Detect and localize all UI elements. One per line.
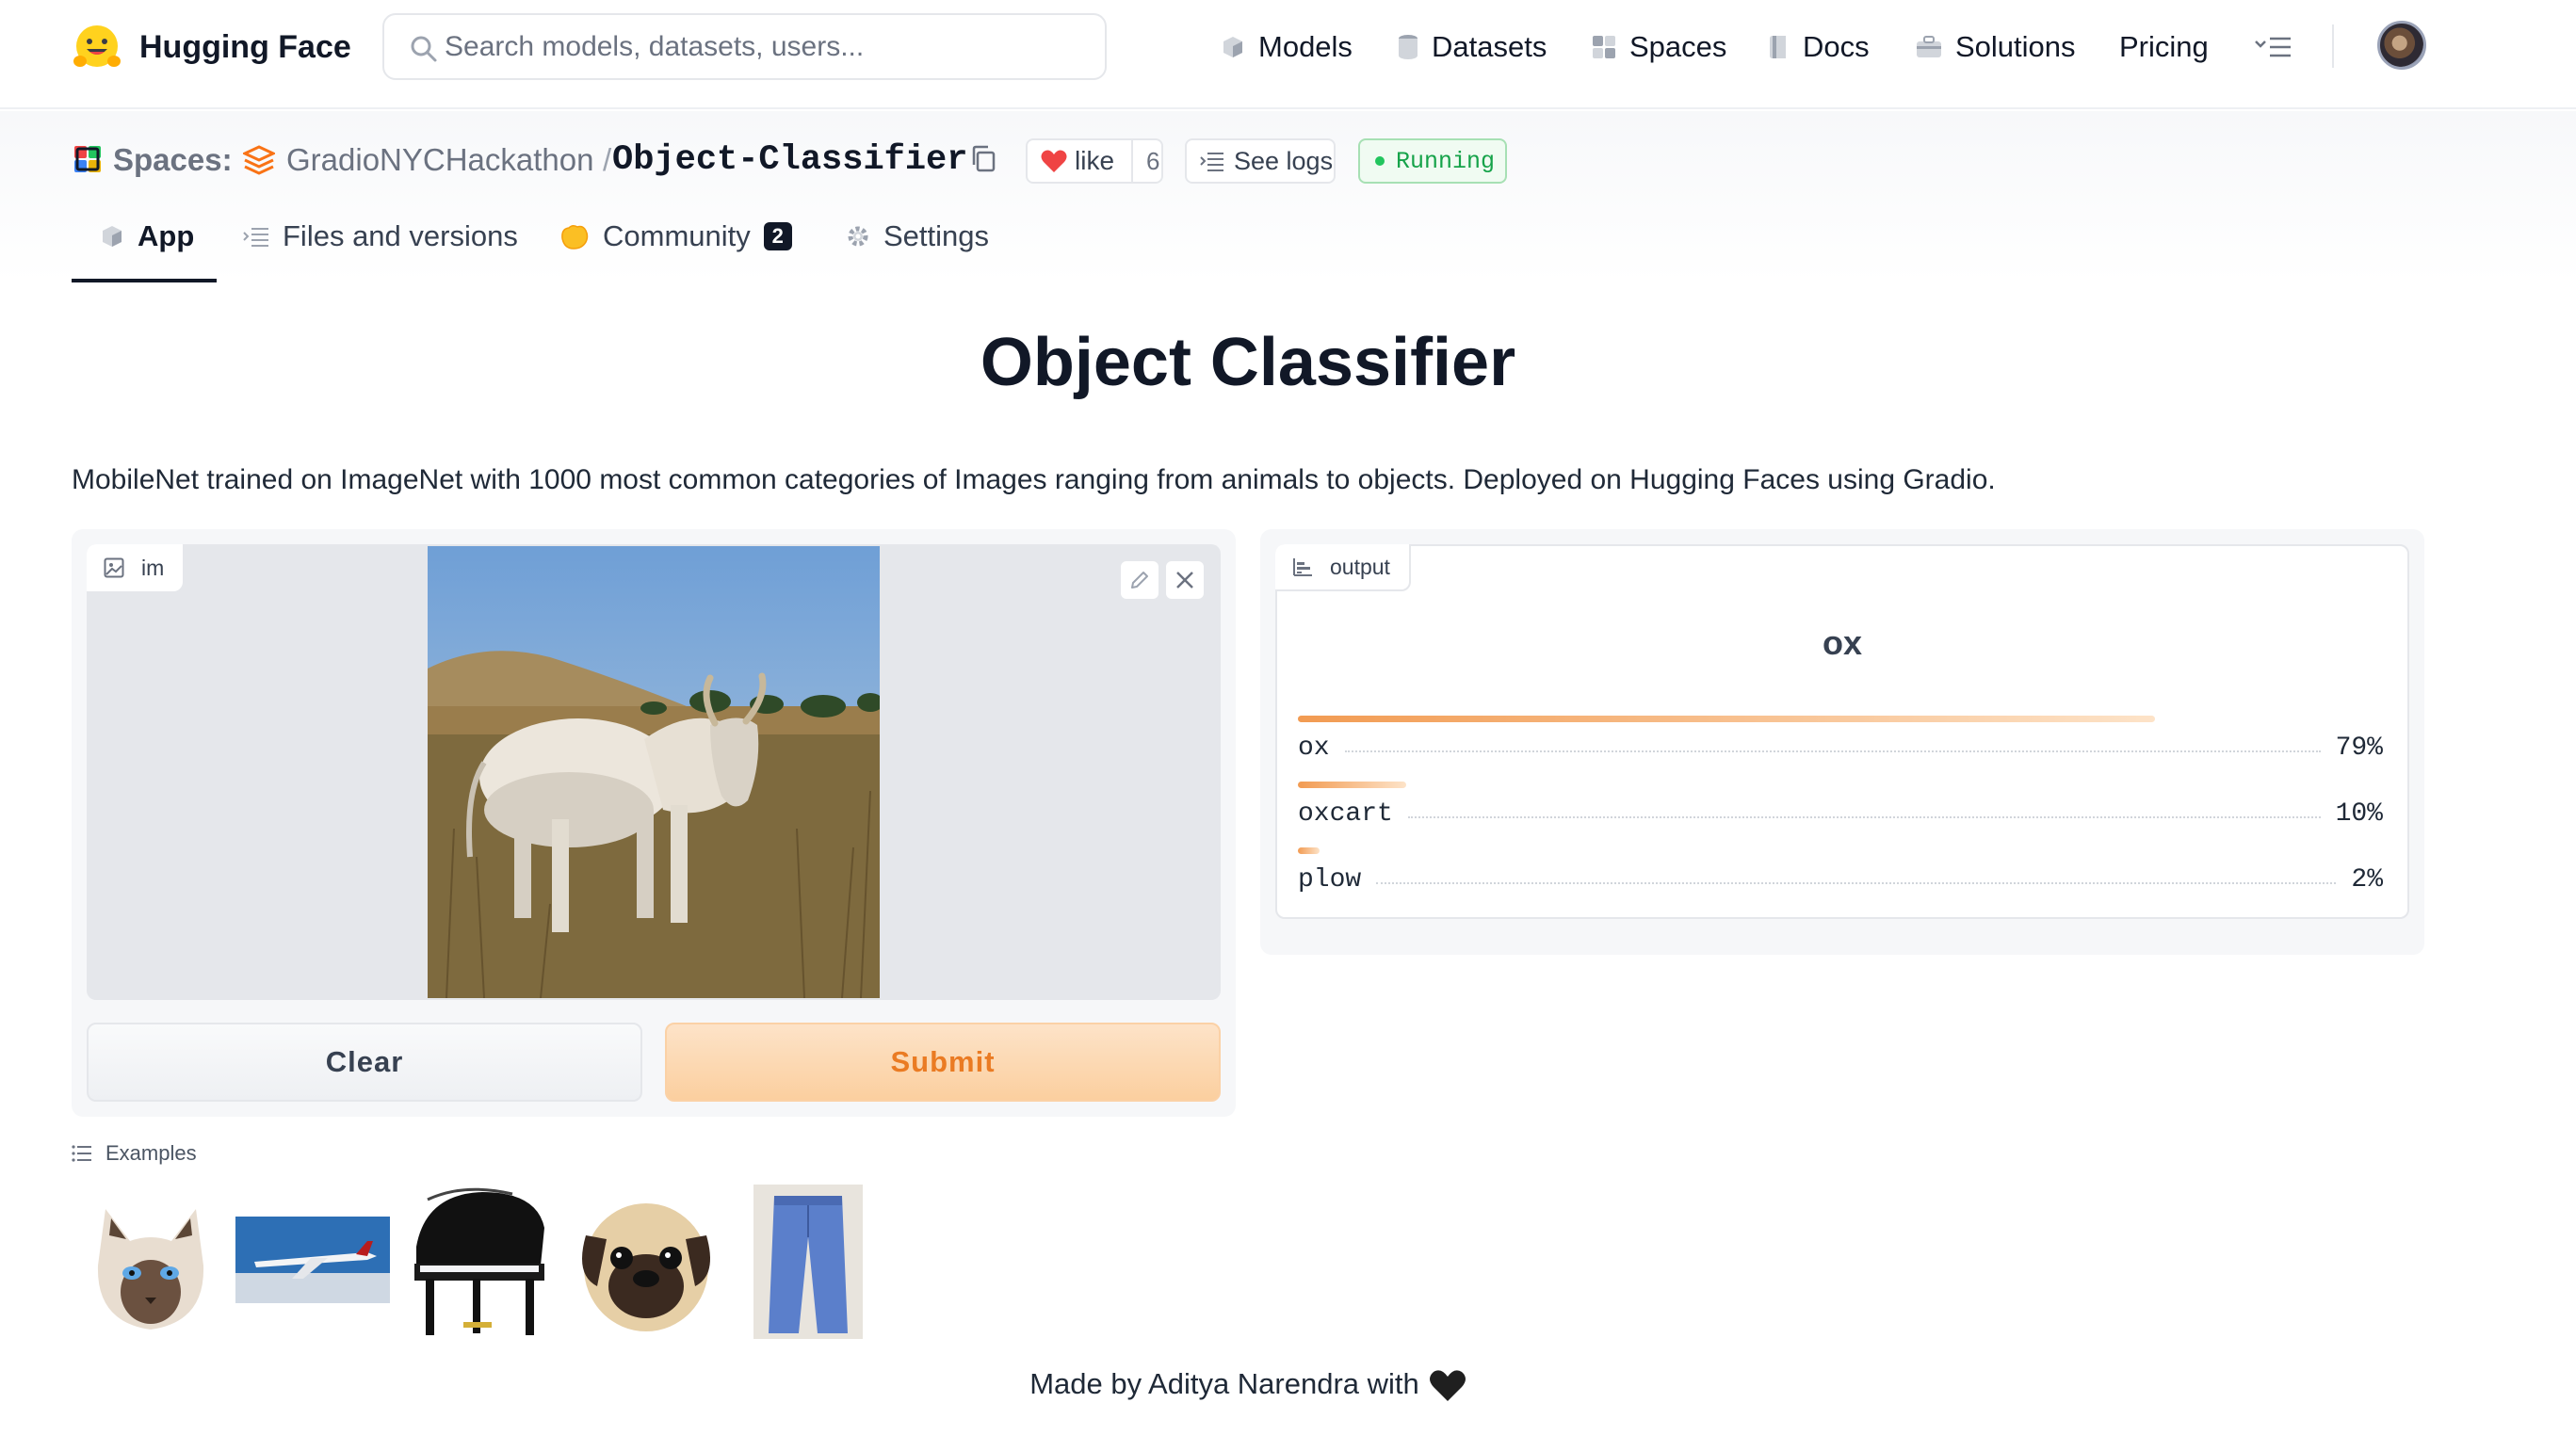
nav-docs-label: Docs	[1803, 30, 1870, 63]
like-count: 6	[1146, 146, 1160, 175]
nav-docs-link[interactable]: Docs	[1769, 26, 1870, 68]
community-hand-icon	[561, 224, 589, 250]
examples-label: Examples	[105, 1141, 197, 1165]
nav-solutions-link[interactable]: Solutions	[1916, 26, 2076, 68]
pencil-icon	[1131, 572, 1148, 589]
nav-spaces-link[interactable]: Spaces	[1592, 26, 1726, 68]
nav-pricing-link[interactable]: Pricing	[2119, 26, 2209, 68]
see-logs-button[interactable]: See logs	[1185, 138, 1336, 184]
confidence-row-plow: plow 2%	[1298, 861, 2383, 898]
docs-book-icon	[1770, 36, 1786, 58]
space-name[interactable]: Object-Classifier	[612, 139, 967, 181]
nav-spaces-label: Spaces	[1629, 30, 1727, 63]
confidence-bar-plow	[1298, 847, 1320, 854]
spaces-grid-icon	[1593, 36, 1615, 58]
app-cube-icon	[103, 226, 122, 247]
like-label: like	[1075, 146, 1115, 175]
confidence-label: plow	[1298, 864, 1362, 895]
example-jeans-image[interactable]	[753, 1181, 863, 1343]
see-logs-label: See logs	[1234, 146, 1334, 175]
image-input-label: im	[87, 544, 184, 591]
confidence-row-ox: ox 79%	[1298, 729, 2383, 766]
dotted-leader	[1407, 816, 2321, 818]
tab-community-label: Community	[603, 219, 751, 252]
confidence-label: ox	[1298, 733, 1330, 763]
organization-link[interactable]: GradioNYCHackathon	[286, 141, 594, 179]
footer-text: Made by Aditya Narendra with	[1029, 1367, 1419, 1400]
spaces-section-label[interactable]: Spaces:	[113, 141, 233, 179]
example-cat-image[interactable]	[85, 1181, 217, 1343]
solutions-briefcase-icon	[1917, 36, 1941, 57]
example-airplane-image[interactable]	[235, 1181, 390, 1343]
close-icon	[1176, 572, 1193, 589]
predicted-class: ox	[1822, 623, 1862, 662]
dotted-leader	[1376, 882, 2337, 884]
tab-app-label: App	[138, 219, 195, 252]
status-badge[interactable]: Running	[1358, 138, 1507, 184]
nav-models-label: Models	[1258, 30, 1353, 63]
nav-datasets-link[interactable]: Datasets	[1398, 26, 1547, 68]
dotted-leader	[1344, 750, 2321, 752]
output-label-tag: output	[1275, 544, 1411, 591]
tab-app[interactable]: App	[100, 213, 194, 260]
image-input-label-text: im	[141, 555, 165, 580]
confidence-value: 10%	[2335, 798, 2383, 829]
example-piano-image[interactable]	[407, 1181, 552, 1343]
uploaded-ox-image	[428, 546, 880, 998]
image-icon	[104, 557, 124, 578]
remove-image-button[interactable]	[1166, 561, 1204, 599]
datasets-database-icon	[1399, 35, 1418, 59]
community-count-badge: 2	[763, 222, 792, 250]
more-menu-icon[interactable]	[2253, 30, 2294, 64]
confidence-row-oxcart: oxcart 10%	[1298, 795, 2383, 832]
footer: Made by Aditya Narendra with	[0, 1362, 2496, 1407]
confidence-bar-oxcart	[1298, 782, 1406, 788]
examples-header: Examples	[72, 1139, 197, 1168]
active-tab-indicator	[72, 279, 217, 282]
search-box[interactable]	[382, 13, 1107, 80]
brand-name[interactable]: Hugging Face	[139, 26, 351, 68]
submit-button[interactable]: Submit	[665, 1023, 1221, 1102]
nav-pricing-label: Pricing	[2119, 30, 2209, 63]
confidence-value: 79%	[2335, 733, 2383, 763]
hugging-face-logo-icon[interactable]	[72, 23, 122, 73]
spaces-icon	[74, 146, 101, 172]
logs-icon	[1200, 153, 1223, 171]
black-heart-icon	[1429, 1370, 1466, 1401]
nav-datasets-label: Datasets	[1432, 30, 1547, 63]
tab-community[interactable]: Community 2	[559, 213, 792, 260]
example-pug-image[interactable]	[569, 1181, 723, 1343]
heart-icon	[1041, 150, 1067, 172]
tab-settings[interactable]: Settings	[846, 213, 989, 260]
status-label: Running	[1396, 147, 1496, 175]
nav-divider	[2332, 24, 2334, 68]
models-cube-icon	[1223, 37, 1242, 57]
tab-settings-label: Settings	[883, 219, 990, 252]
confidence-value: 2%	[2351, 864, 2383, 895]
edit-image-button[interactable]	[1121, 561, 1158, 599]
output-label-text: output	[1330, 554, 1390, 579]
list-icon	[72, 1145, 91, 1162]
clear-button[interactable]: Clear	[87, 1023, 642, 1102]
nav-models-link[interactable]: Models	[1221, 26, 1353, 68]
tab-files-and-versions[interactable]: Files and versions	[243, 213, 518, 260]
like-separator	[1131, 140, 1134, 182]
like-button[interactable]: like 6	[1026, 138, 1163, 184]
search-input[interactable]	[445, 23, 1085, 72]
files-list-icon	[243, 228, 268, 247]
status-dot-icon	[1375, 156, 1385, 166]
bar-chart-icon	[1293, 558, 1312, 576]
tab-files-label: Files and versions	[283, 219, 518, 252]
nav-solutions-label: Solutions	[1955, 30, 2076, 63]
settings-gear-icon	[848, 226, 868, 247]
confidence-bar-ox	[1298, 716, 2155, 722]
confidence-label: oxcart	[1298, 798, 1393, 829]
organization-logo-icon	[243, 145, 275, 175]
search-icon	[411, 36, 437, 62]
app-description: MobileNet trained on ImageNet with 1000 …	[72, 464, 1996, 495]
copy-icon[interactable]	[970, 145, 996, 173]
user-avatar[interactable]	[2377, 21, 2426, 70]
app-title: Object Classifier	[980, 325, 1516, 400]
breadcrumb-separator: /	[603, 142, 612, 177]
